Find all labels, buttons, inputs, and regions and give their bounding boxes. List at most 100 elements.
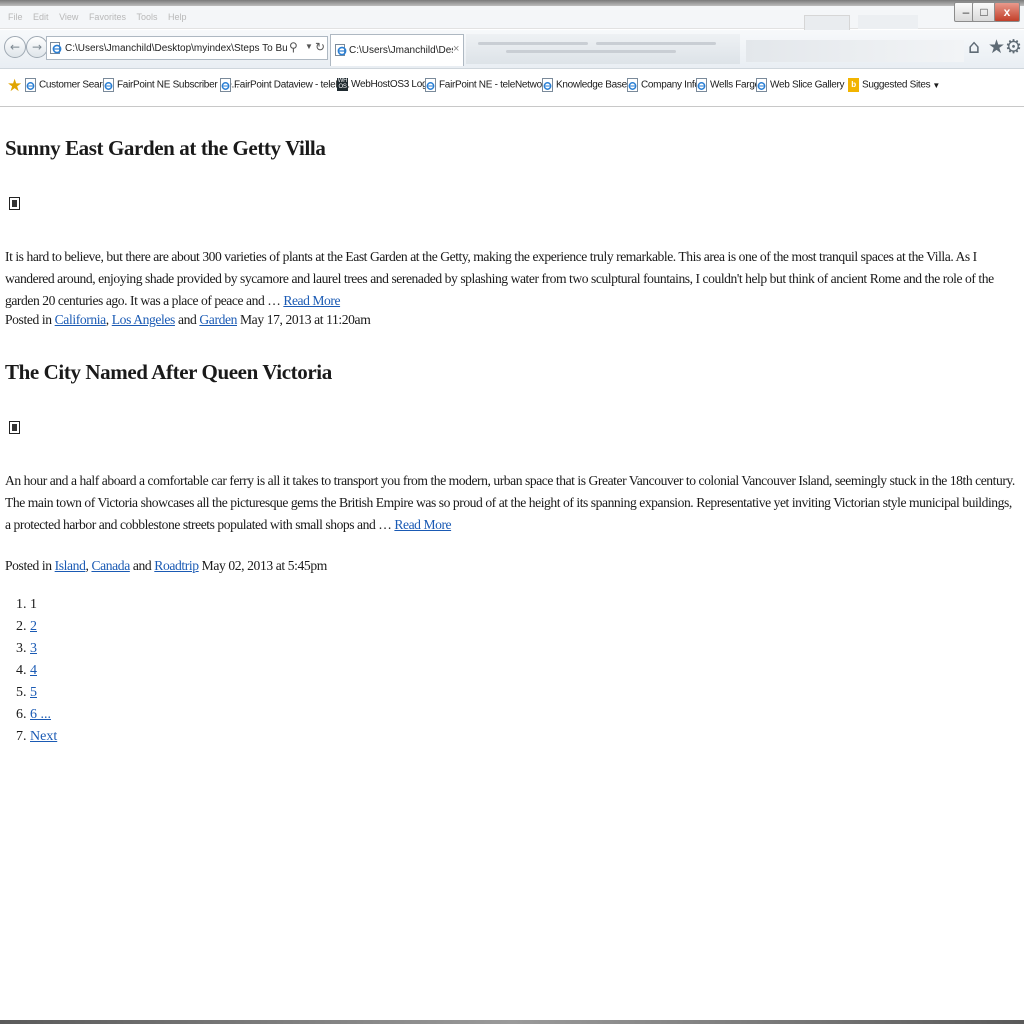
pagination-item: 2 (30, 616, 57, 638)
favorite-label: WebHostOS3 Login (351, 79, 435, 90)
window-bottom-frame (0, 1020, 1024, 1024)
star-icon[interactable]: ★ (988, 36, 1005, 58)
post-image-frame (9, 196, 20, 218)
current-page: 1 (30, 597, 37, 612)
browser-chrome: File Edit View Favorites Tools Help – □ … (0, 0, 1024, 107)
back-arrow-icon: ← (9, 40, 21, 54)
menu-help[interactable]: Help (168, 12, 187, 22)
post-image-frame (9, 420, 20, 442)
posted-in-label: Posted in (5, 558, 52, 573)
ie-page-icon (103, 78, 114, 92)
ie-page-icon (50, 42, 62, 54)
favorites-star-icon[interactable]: ★ (7, 76, 22, 96)
category-link[interactable]: Roadtrip (154, 558, 199, 573)
home-icon[interactable]: ⌂ (968, 36, 980, 58)
ie-page-icon (756, 78, 767, 92)
post-title: The City Named After Queen Victoria (5, 360, 332, 384)
broken-image-icon (9, 421, 20, 434)
favorite-label: FairPoint NE - teleNetwor... (439, 79, 552, 91)
pagination: 1 2 3 4 5 6 ... Next (5, 594, 57, 748)
favorite-company-info[interactable]: Company Info (627, 78, 700, 92)
favorite-wells-fargo[interactable]: Wells Fargo (696, 78, 760, 92)
pagination-item: 6 ... (30, 704, 57, 726)
pagination-item: Next (30, 726, 57, 748)
chevron-down-icon[interactable]: ▼ (932, 81, 940, 90)
favorite-label: Knowledge Base 2 (556, 79, 635, 91)
ie-page-icon (425, 78, 436, 92)
category-link[interactable]: Island (55, 558, 86, 573)
next-page-link[interactable]: Next (30, 729, 57, 744)
favorite-telenetwork[interactable]: FairPoint NE - teleNetwor... (425, 78, 552, 92)
favorite-label: Suggested Sites (862, 79, 931, 91)
tab-active[interactable]: C:\Users\Jmanchild\Deskto... × (330, 34, 464, 66)
ie-page-icon (696, 78, 707, 92)
chevron-down-icon[interactable]: ▼ (305, 42, 313, 51)
ie-page-icon (335, 44, 347, 56)
favorite-label: Company Info (641, 79, 700, 91)
blurred-tab (466, 34, 740, 64)
webhost-icon: WH OS (337, 78, 348, 91)
favorite-label: Web Slice Gallery (770, 79, 845, 91)
post-excerpt-text: It is hard to believe, but there are abo… (5, 249, 994, 308)
refresh-icon[interactable]: ↻ (315, 40, 325, 54)
menu-favorites[interactable]: Favorites (89, 12, 126, 22)
pagination-item: 5 (30, 682, 57, 704)
menu-tools[interactable]: Tools (136, 12, 157, 22)
ie-page-icon (542, 78, 553, 92)
close-icon[interactable]: × (453, 43, 459, 55)
page-link[interactable]: 4 (30, 663, 37, 678)
broken-image-icon (9, 197, 20, 210)
address-url: C:\Users\Jmanchild\Desktop\myindex\Steps… (65, 43, 287, 54)
read-more-link[interactable]: Read More (283, 293, 340, 308)
maximize-button[interactable]: □ (972, 2, 996, 22)
back-button[interactable]: ← (4, 36, 26, 58)
category-separator: , (105, 312, 109, 327)
favorite-webhost[interactable]: WH OS WebHostOS3 Login (337, 78, 435, 91)
favorite-customer-search[interactable]: Customer Search (25, 78, 113, 92)
bing-icon: b (848, 78, 859, 92)
gear-icon[interactable]: ⚙ (1005, 36, 1022, 58)
menu-edit[interactable]: Edit (33, 12, 49, 22)
favorite-label: Customer Search (39, 79, 113, 91)
close-window-button[interactable]: x (994, 2, 1020, 22)
category-link[interactable]: California (55, 312, 107, 327)
conjunction: and (177, 312, 197, 327)
page-link[interactable]: 6 ... (30, 707, 51, 722)
ie-page-icon (25, 78, 36, 92)
favorites-bar: ★ Customer Search FairPoint NE Subscribe… (0, 70, 1024, 105)
forward-button[interactable]: → (26, 36, 48, 58)
tab-title: C:\Users\Jmanchild\Deskto... (349, 45, 453, 56)
forward-arrow-icon: → (31, 40, 43, 54)
pagination-item: 4 (30, 660, 57, 682)
read-more-link[interactable]: Read More (394, 517, 451, 532)
blurred-area (746, 40, 964, 62)
post-meta: Posted in Island, Canada and Roadtrip Ma… (5, 555, 1015, 577)
category-link[interactable]: Canada (91, 558, 130, 573)
favorite-label: Wells Fargo (710, 79, 760, 91)
pagination-item: 1 (30, 594, 57, 616)
favorite-knowledge-base[interactable]: Knowledge Base 2 (542, 78, 635, 92)
page-link[interactable]: 2 (30, 619, 37, 634)
page-link[interactable]: 5 (30, 685, 37, 700)
menu-view[interactable]: View (59, 12, 78, 22)
post-excerpt-text: An hour and a half aboard a comfortable … (5, 473, 1015, 532)
address-bar[interactable]: C:\Users\Jmanchild\Desktop\myindex\Steps… (46, 36, 328, 60)
favorite-web-slice-gallery[interactable]: Web Slice Gallery▼ (756, 78, 854, 92)
post: Sunny East Garden at the Getty Villa (5, 135, 1017, 161)
menu-file[interactable]: File (8, 12, 23, 22)
pagination-item: 3 (30, 638, 57, 660)
post: The City Named After Queen Victoria (5, 359, 1017, 385)
category-link[interactable]: Los Angeles (112, 312, 176, 327)
search-icon[interactable]: ⚲ (289, 40, 298, 54)
blurred-control (858, 15, 918, 29)
category-link[interactable]: Garden (199, 312, 237, 327)
blurred-control (804, 15, 850, 31)
category-separator: , (85, 558, 89, 573)
post-meta: Posted in California, Los Angeles and Ga… (5, 309, 1015, 331)
page-link[interactable]: 3 (30, 641, 37, 656)
favorite-suggested-sites[interactable]: b Suggested Sites ▼ (848, 78, 940, 92)
post-excerpt: It is hard to believe, but there are abo… (5, 246, 1015, 312)
favorite-subscriber[interactable]: FairPoint NE Subscriber Se... (103, 78, 239, 92)
favorite-dataview[interactable]: FairPoint Dataview - teleN... (220, 78, 350, 92)
ie-page-icon (627, 78, 638, 92)
